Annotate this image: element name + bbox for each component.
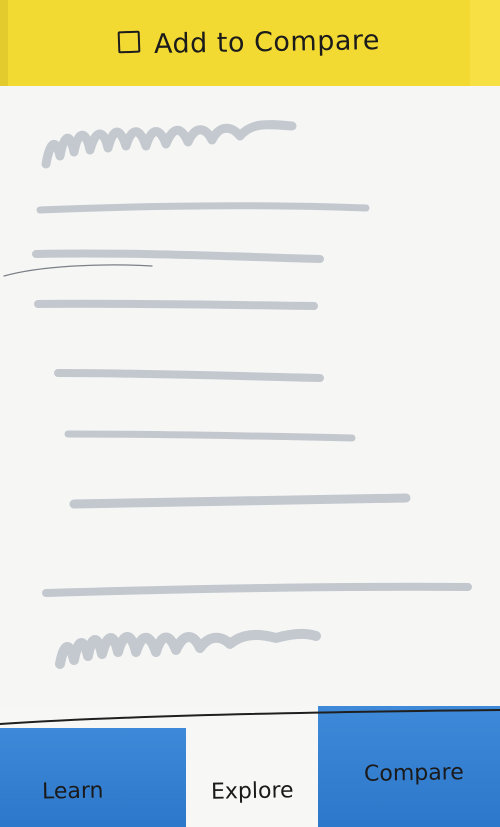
tab-compare-label: Compare <box>363 760 465 787</box>
text-line-placeholder <box>34 299 318 310</box>
text-line-placeholder <box>32 249 324 263</box>
placeholder-content <box>3 120 472 669</box>
content-area <box>0 86 500 712</box>
tab-explore[interactable]: Explore <box>186 728 318 827</box>
footer-placeholder-squiggle <box>55 628 321 669</box>
add-to-compare-toggle[interactable]: Add to Compare <box>117 22 418 62</box>
bottom-navigation: Learn Explore Compare <box>0 706 500 827</box>
compare-label: Add to Compare <box>153 24 381 60</box>
compare-checkbox[interactable] <box>117 30 141 54</box>
screen: Add to Compare Learn Explore Compare <box>0 0 500 827</box>
text-line-placeholder <box>54 369 324 382</box>
bar-edge-shadow <box>0 0 8 86</box>
text-line-placeholder <box>64 430 356 442</box>
text-line-placeholder <box>69 493 411 509</box>
compare-bar: Add to Compare <box>0 0 500 86</box>
tab-explore-label: Explore <box>210 778 294 805</box>
tab-shade <box>0 728 186 827</box>
text-line-placeholder <box>42 582 472 597</box>
title-placeholder-squiggle <box>41 120 297 169</box>
tab-learn-label: Learn <box>42 778 104 805</box>
bar-edge-highlight <box>470 0 500 86</box>
tab-learn[interactable]: Learn <box>0 728 186 827</box>
nav-divider-line <box>0 709 500 725</box>
pen-stroke-mark <box>3 264 153 277</box>
text-line-placeholder <box>36 202 370 214</box>
